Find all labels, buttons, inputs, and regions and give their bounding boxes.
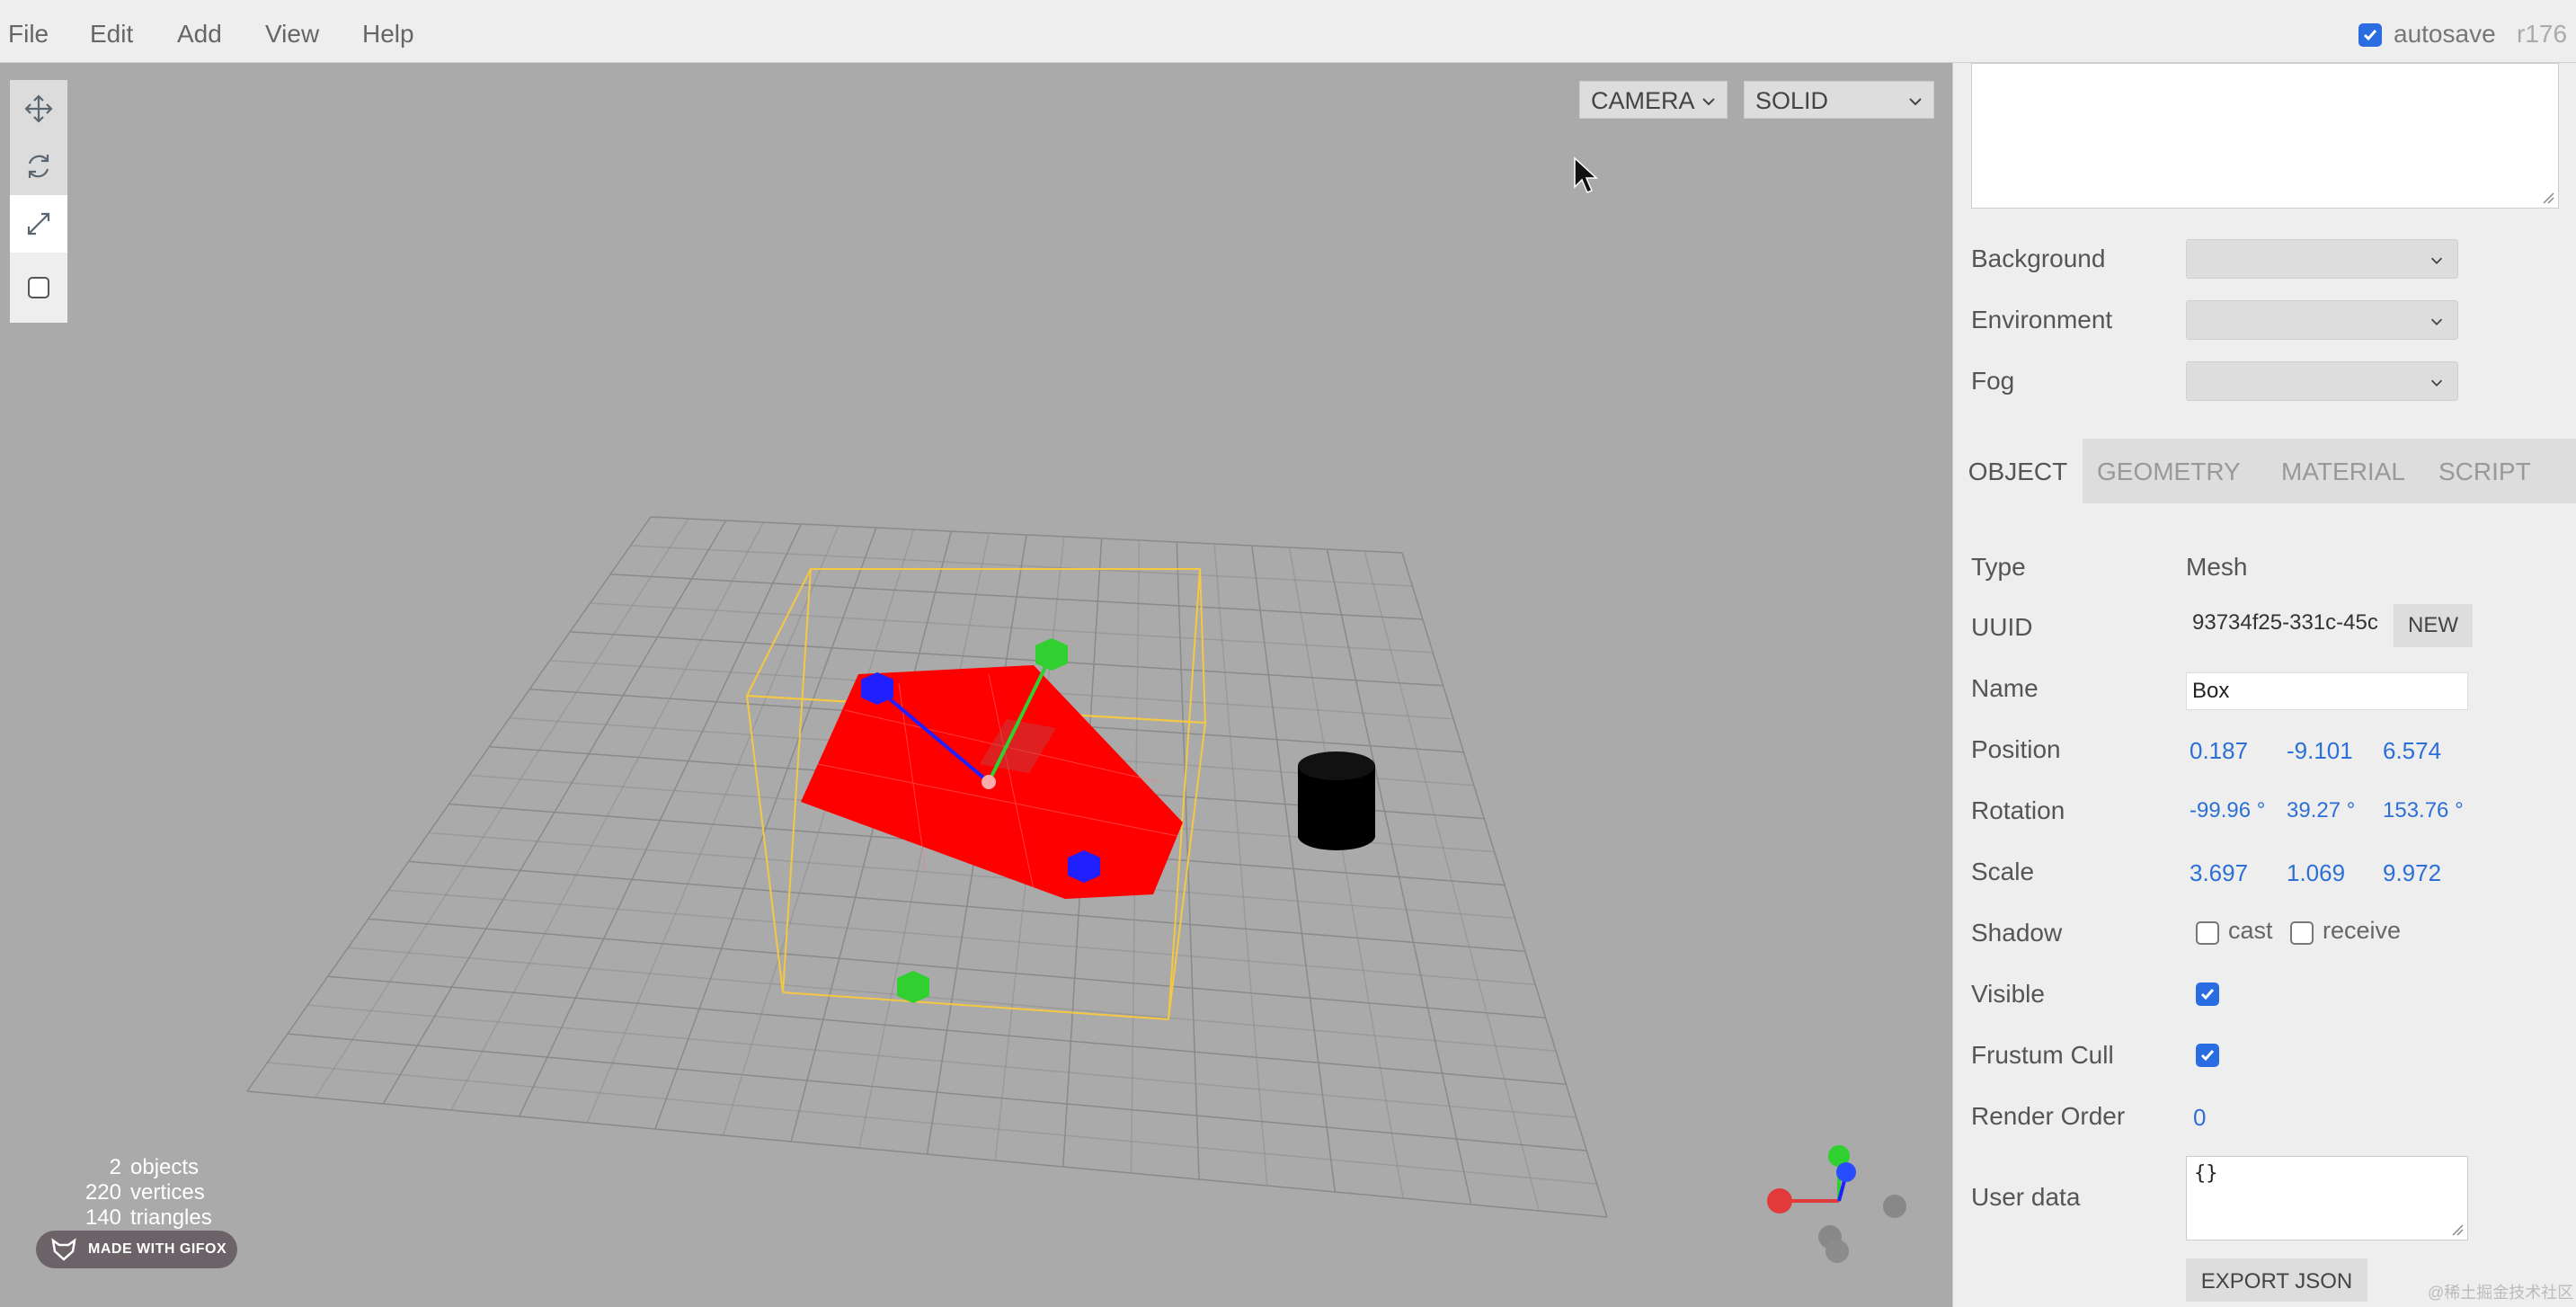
scale-icon (27, 212, 50, 236)
autosave-label: autosave (2394, 20, 2496, 48)
resize-handle-icon[interactable] (2451, 1223, 2464, 1236)
render-order-label: Render Order (1971, 1102, 2126, 1130)
camera-select-value: CAMERA (1591, 87, 1695, 114)
resize-handle-icon[interactable] (2542, 191, 2554, 204)
tab-object[interactable]: OBJECT (1953, 439, 2083, 503)
menu-add[interactable]: Add (177, 0, 222, 63)
fog-label: Fog (1971, 367, 2015, 395)
rotation-y[interactable]: 39.27 ° (2287, 798, 2355, 823)
objects-label: objects (130, 1155, 200, 1179)
position-y[interactable]: -9.101 (2287, 737, 2353, 765)
type-label: Type (1971, 553, 2026, 581)
menubar: File Edit Add View Help autosave r176 (0, 0, 2576, 63)
scale-y[interactable]: 1.069 (2287, 859, 2345, 887)
scale-label: Scale (1971, 858, 2035, 885)
grid-helper (246, 516, 1608, 1218)
gizmo-handle-y-neg[interactable] (897, 971, 929, 1003)
gifox-label: MADE WITH GIFOX (88, 1241, 227, 1257)
scene-canvas[interactable] (0, 63, 1952, 1307)
scale-button[interactable] (10, 195, 67, 253)
position-z[interactable]: 6.574 (2383, 737, 2441, 765)
check-icon (2200, 1050, 2215, 1062)
version-label: r176 (2517, 20, 2568, 48)
chevron-down-icon (1909, 98, 1922, 106)
rotation-label: Rotation (1971, 796, 2065, 824)
cylinder-mesh[interactable] (1298, 751, 1375, 850)
position-x[interactable]: 0.187 (2190, 737, 2248, 765)
tab-script[interactable]: SCRIPT (2438, 439, 2531, 503)
uuid-label: UUID (1971, 613, 2033, 641)
position-label: Position (1971, 735, 2061, 763)
tab-material[interactable]: MATERIAL (2281, 439, 2405, 503)
scene-script-textarea[interactable] (1971, 63, 2559, 209)
viewport[interactable]: CAMERA SOLID 2 objects 220 vertices 140 tri… (0, 63, 1952, 1307)
cast-label: cast (2228, 917, 2273, 944)
triangles-label: triangles (130, 1205, 212, 1230)
chevron-down-icon (2430, 379, 2443, 387)
name-input[interactable]: Box (2186, 672, 2468, 710)
translate-button[interactable] (10, 80, 67, 138)
name-label: Name (1971, 674, 2039, 702)
menu-file[interactable]: File (8, 0, 49, 63)
tab-geometry[interactable]: GEOMETRY (2097, 439, 2241, 503)
cast-shadow-checkbox[interactable] (2196, 921, 2219, 945)
transform-toolbar (10, 80, 67, 323)
environment-label: Environment (1971, 306, 2113, 333)
receive-label: receive (2323, 917, 2402, 944)
new-uuid-button[interactable]: NEW (2394, 604, 2473, 647)
rotate-icon (28, 155, 49, 178)
axis-helper[interactable] (1767, 1145, 1906, 1263)
shading-select[interactable]: SOLID (1744, 81, 1934, 119)
export-json-button[interactable]: EXPORT JSON (2186, 1258, 2367, 1302)
camera-select[interactable]: CAMERA (1579, 81, 1728, 119)
userdata-textarea[interactable]: {} (2186, 1156, 2468, 1240)
gifox-badge: MADE WITH GIFOX (36, 1231, 237, 1268)
mouse-cursor-icon (1574, 156, 1598, 193)
objects-count: 2 (109, 1155, 121, 1179)
scale-x[interactable]: 3.697 (2190, 859, 2248, 887)
vertices-count: 220 (84, 1180, 121, 1205)
sidebar: Background Environment Fog OBJECT GEOMET… (1952, 63, 2576, 1307)
menu-edit[interactable]: Edit (90, 0, 133, 63)
local-toggle-button[interactable] (10, 253, 67, 323)
userdata-value: {} (2194, 1162, 2218, 1185)
rotation-z[interactable]: 153.76 ° (2383, 798, 2464, 823)
triangles-count: 140 (84, 1205, 121, 1230)
watermark: @稀土掘金技术社区 (2428, 1284, 2574, 1302)
check-icon (2363, 30, 2377, 41)
scene-info: 2 objects 220 vertices 140 triangles (72, 1155, 212, 1231)
visible-checkbox[interactable] (2196, 982, 2219, 1006)
properties-tabs: OBJECT GEOMETRY MATERIAL SCRIPT (1953, 439, 2576, 503)
check-icon (2200, 989, 2215, 1000)
frustum-cull-checkbox[interactable] (2196, 1044, 2219, 1067)
shading-select-value: SOLID (1755, 87, 1829, 114)
fog-select[interactable] (2186, 361, 2458, 401)
rotation-x[interactable]: -99.96 ° (2190, 798, 2265, 823)
autosave-checkbox[interactable] (2358, 23, 2382, 47)
frustum-cull-label: Frustum Cull (1971, 1041, 2114, 1069)
background-label: Background (1971, 245, 2106, 272)
environment-select[interactable] (2186, 300, 2458, 340)
background-select[interactable] (2186, 239, 2458, 279)
chevron-down-icon (2430, 257, 2443, 264)
render-order-value[interactable]: 0 (2193, 1104, 2206, 1132)
chevron-down-icon (1702, 98, 1715, 106)
gizmo-center[interactable] (982, 775, 996, 789)
rotate-button[interactable] (10, 138, 67, 195)
gizmo-handle-y[interactable] (1035, 638, 1068, 671)
uuid-value[interactable]: 93734f25-331c-45c (2192, 610, 2390, 636)
fox-icon (51, 1238, 76, 1261)
chevron-down-icon (2430, 318, 2443, 325)
shadow-label: Shadow (1971, 919, 2063, 947)
scale-z[interactable]: 9.972 (2383, 859, 2441, 887)
move-icon (24, 94, 53, 123)
visible-label: Visible (1971, 980, 2045, 1008)
menu-help[interactable]: Help (362, 0, 414, 63)
vertices-label: vertices (130, 1180, 205, 1205)
receive-shadow-checkbox[interactable] (2290, 921, 2314, 945)
userdata-label: User data (1971, 1183, 2081, 1211)
type-value: Mesh (2186, 553, 2248, 581)
local-icon (28, 277, 49, 298)
menu-view[interactable]: View (265, 0, 319, 63)
